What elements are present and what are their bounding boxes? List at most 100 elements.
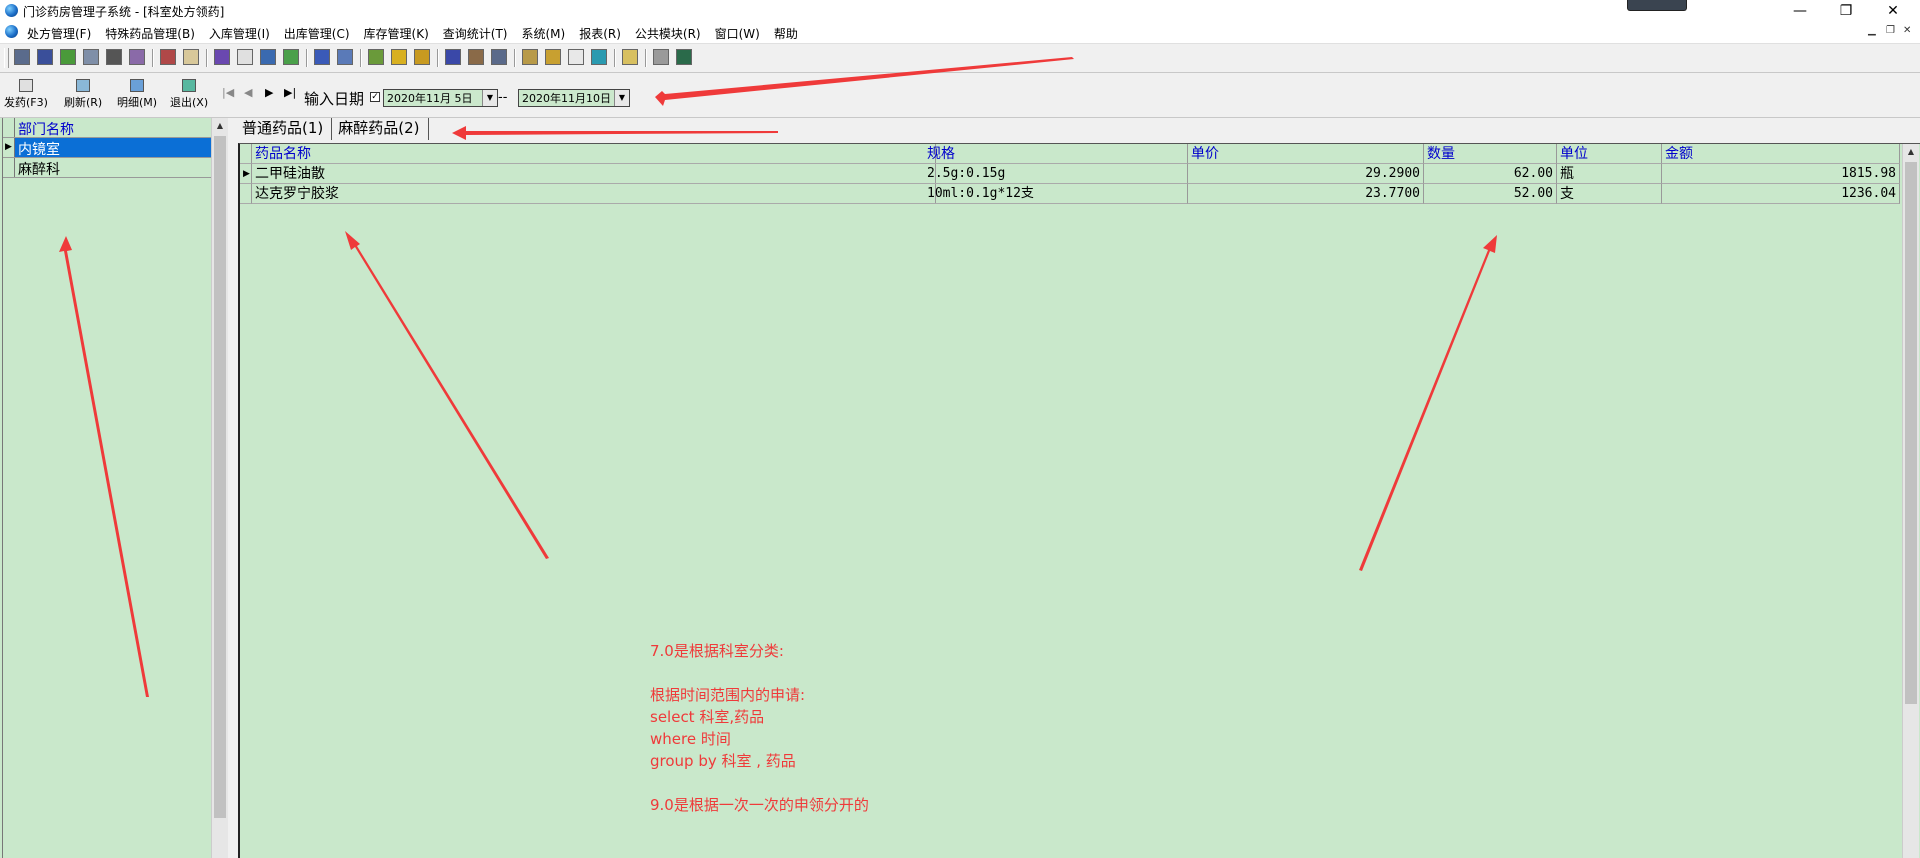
toolbar-icon[interactable]	[283, 49, 299, 65]
toolbar-icon[interactable]	[622, 49, 638, 65]
unit-cell: 瓶	[1557, 164, 1662, 184]
arrow-to-tabs	[452, 126, 778, 140]
menu-stock-out[interactable]: 出库管理(C)	[284, 25, 350, 42]
menu-stock-in[interactable]: 入库管理(I)	[209, 25, 270, 42]
toolbar-icon[interactable]	[468, 49, 484, 65]
table-row[interactable]: ▶ 二甲硅油散 2.5g:0.15g 29.2900 62.00 瓶 1815.…	[240, 164, 1900, 184]
annotation-line: 7.0是根据科室分类:	[650, 642, 784, 660]
first-record-button[interactable]: |◀	[222, 86, 234, 99]
toolbar-icon[interactable]	[491, 49, 507, 65]
department-row-selected[interactable]: ▶ 内镜室	[3, 138, 213, 158]
toolbar-icon[interactable]	[37, 49, 53, 65]
row-indicator	[240, 144, 252, 164]
toolbar-icon[interactable]	[522, 49, 538, 65]
binoculars-icon[interactable]	[106, 49, 122, 65]
date-to-picker[interactable]: 2020年11月10日 ▼	[518, 89, 630, 107]
toolbar-icon[interactable]	[414, 49, 430, 65]
annotation-note: 7.0是根据科室分类: 根据时间范围内的申请: select 科室,药品 whe…	[650, 640, 869, 816]
minimize-button[interactable]: —	[1777, 0, 1823, 22]
unit-price-cell: 29.2900	[1188, 164, 1424, 184]
chevron-down-icon[interactable]: ▼	[482, 90, 497, 106]
toolbar-separator	[514, 49, 516, 67]
annotation-line: select 科室,药品	[650, 708, 765, 726]
mdi-minimize-button[interactable]: ▁	[1868, 25, 1876, 36]
checklist-icon[interactable]	[237, 49, 253, 65]
tab-narcotic-drugs[interactable]: 麻醉药品(2)	[332, 118, 429, 140]
toolbar-icon[interactable]	[445, 49, 461, 65]
department-row[interactable]: 麻醉科	[3, 158, 213, 178]
bell-icon[interactable]	[391, 49, 407, 65]
toolbar-separator	[152, 49, 154, 67]
menu-bar: 处方管理(F) 特殊药品管理(B) 入库管理(I) 出库管理(C) 库存管理(K…	[0, 22, 1920, 44]
mdi-close-button[interactable]: ✕	[1903, 25, 1911, 36]
title-bar: 门诊药房管理子系统 - [科室处方领药] — ❐ ✕	[0, 0, 1920, 22]
column-header-quantity[interactable]: 数量	[1424, 144, 1557, 164]
menu-system[interactable]: 系统(M)	[521, 25, 565, 42]
scroll-up-icon[interactable]: ▲	[1903, 144, 1919, 160]
action-bar: 发药(F3) 刷新(R) 明细(M) 退出(X) |◀ ◀ ▶ ▶| 输入日期 …	[0, 73, 1920, 118]
menu-query[interactable]: 查询统计(T)	[443, 25, 508, 42]
annotation-line: 9.0是根据一次一次的申领分开的	[650, 796, 869, 814]
refresh-button[interactable]: 刷新(R)	[64, 79, 102, 110]
exit-button[interactable]: 退出(X)	[170, 79, 208, 110]
toolbar-icon[interactable]	[183, 49, 199, 65]
menu-inventory[interactable]: 库存管理(K)	[364, 25, 429, 42]
menu-reports[interactable]: 报表(R)	[579, 25, 621, 42]
column-header-amount[interactable]: 金额	[1662, 144, 1900, 164]
detail-button[interactable]: 明细(M)	[117, 79, 157, 110]
menu-special-drugs[interactable]: 特殊药品管理(B)	[105, 25, 195, 42]
toolbar-icon[interactable]	[545, 49, 561, 65]
toolbar-icon[interactable]	[368, 49, 384, 65]
mdi-restore-button[interactable]: ❐	[1886, 25, 1895, 36]
prev-record-button[interactable]: ◀	[244, 86, 252, 99]
menu-prescription[interactable]: 处方管理(F)	[27, 25, 91, 42]
refresh-icon	[76, 79, 91, 92]
toolbar-icon[interactable]	[160, 49, 176, 65]
toolbar-icon[interactable]	[60, 49, 76, 65]
network-indicator	[1627, 0, 1687, 11]
menu-help[interactable]: 帮助	[774, 25, 798, 42]
toolbar-icon[interactable]	[591, 49, 607, 65]
drug-type-tabs: 普通药品(1) 麻醉药品(2)	[236, 118, 429, 140]
toolbar-icon[interactable]	[260, 49, 276, 65]
toolbar-icon[interactable]	[129, 49, 145, 65]
scroll-up-icon[interactable]: ▲	[212, 118, 228, 134]
date-from-picker[interactable]: 2020年11月 5日 ▼	[383, 89, 498, 107]
toolbar-icon[interactable]	[83, 49, 99, 65]
toolbar-icon[interactable]	[337, 49, 353, 65]
toolbar-icon[interactable]	[653, 49, 669, 65]
chevron-down-icon[interactable]: ▼	[614, 90, 629, 106]
column-header-unit[interactable]: 单位	[1557, 144, 1662, 164]
column-header-unit-price[interactable]: 单价	[1188, 144, 1424, 164]
drug-grid: 药品名称 规格 单价 数量 单位 金额 ▶ 二甲硅油散 2.5g:0.15g 2…	[238, 143, 1920, 858]
dispense-button[interactable]: 发药(F3)	[4, 79, 48, 110]
column-header-spec[interactable]: 规格	[924, 144, 1188, 164]
next-record-button[interactable]: ▶	[265, 86, 273, 99]
scroll-thumb[interactable]	[214, 136, 226, 818]
icon-toolbar	[0, 44, 1920, 73]
amount-cell: 1236.04	[1662, 184, 1900, 204]
department-header-row: 部门名称	[3, 118, 213, 138]
tab-normal-drugs[interactable]: 普通药品(1)	[236, 118, 333, 140]
department-header[interactable]: 部门名称	[18, 119, 74, 139]
table-row[interactable]: 达克罗宁胶浆 10ml:0.1g*12支 23.7700 52.00 支 123…	[240, 184, 1900, 204]
quantity-cell: 62.00	[1424, 164, 1557, 184]
menu-common[interactable]: 公共模块(R)	[635, 25, 701, 42]
close-button[interactable]: ✕	[1870, 0, 1916, 22]
maximize-button[interactable]: ❐	[1823, 0, 1869, 22]
toolbar-icon[interactable]	[676, 49, 692, 65]
date-filter-checkbox[interactable]: ✓	[370, 92, 380, 102]
last-record-button[interactable]: ▶|	[284, 86, 296, 99]
magnifier-icon[interactable]	[568, 49, 584, 65]
toolbar-separator	[645, 49, 647, 67]
drug-grid-scrollbar[interactable]: ▲	[1902, 144, 1919, 858]
scroll-thumb[interactable]	[1905, 162, 1917, 704]
menu-window[interactable]: 窗口(W)	[715, 25, 760, 42]
menu-items: 处方管理(F) 特殊药品管理(B) 入库管理(I) 出库管理(C) 库存管理(K…	[27, 25, 798, 42]
toolbar-icon[interactable]	[214, 49, 230, 65]
column-header-drug-name[interactable]: 药品名称	[252, 144, 936, 164]
department-scrollbar[interactable]: ▲	[211, 118, 228, 858]
toolbar-icon[interactable]	[314, 49, 330, 65]
toolbar-icon[interactable]	[14, 49, 30, 65]
mdi-app-icon[interactable]	[5, 25, 18, 38]
